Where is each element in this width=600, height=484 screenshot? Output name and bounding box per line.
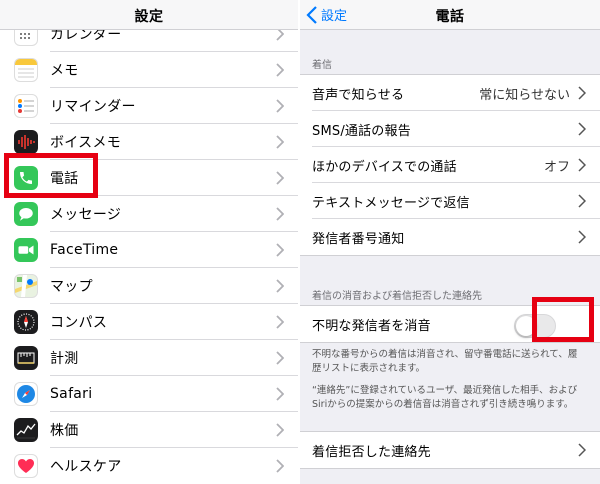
settings-title: 設定 (134, 9, 164, 25)
settings-nav-bar: 設定 (0, 0, 298, 30)
chevron-right-icon (276, 423, 284, 437)
phone-title: 電話 (435, 9, 465, 25)
list-item-label: メッセージ (50, 207, 122, 223)
silence-note-2: “連絡先”に登録されているユーザ、最近発信した相手、およびSiriからの提案から… (312, 385, 578, 410)
measure-icon (14, 346, 38, 370)
list-item-compass[interactable]: コンパス (0, 304, 298, 340)
list-item-health[interactable]: ヘルスケア (0, 448, 298, 484)
chevron-right-icon (578, 158, 586, 172)
messages-icon (14, 202, 38, 226)
settings-list: カレンダー メモ リマインダー ボイスメモ 電話 メッセージ FaceTime … (0, 22, 298, 484)
chevron-right-icon (578, 194, 586, 208)
chevron-right-icon (276, 99, 284, 113)
chevron-right-icon (276, 315, 284, 329)
row-announce-calls[interactable]: 音声で知らせる 常に知らせない (300, 75, 600, 111)
list-item-label: FaceTime (50, 242, 119, 258)
list-item-label: リマインダー (50, 99, 136, 115)
chevron-right-icon (578, 122, 586, 136)
list-item-maps[interactable]: マップ (0, 268, 298, 304)
reminders-icon (14, 94, 38, 118)
list-item-reminders[interactable]: リマインダー (0, 88, 298, 124)
chevron-right-icon (276, 171, 284, 185)
health-icon (14, 454, 38, 478)
row-show-caller-id[interactable]: 発信者番号通知 (300, 219, 600, 255)
list-item-label: Safari (50, 386, 93, 402)
row-label: 着信拒否した連絡先 (312, 444, 431, 460)
facetime-icon (14, 238, 38, 262)
list-item-measure[interactable]: 計測 (0, 340, 298, 376)
notes-icon (14, 58, 38, 82)
row-value: オフ (543, 159, 570, 175)
list-item-notes[interactable]: メモ (0, 52, 298, 88)
settings-pane: 設定 カレンダー メモ リマインダー ボイスメモ 電話 メッセージ FaceTi… (0, 0, 298, 484)
list-item-label: ヘルスケア (50, 459, 122, 475)
chevron-right-icon (276, 279, 284, 293)
list-item-label: メモ (50, 63, 79, 79)
voice-memos-icon (14, 130, 38, 154)
list-item-messages[interactable]: メッセージ (0, 196, 298, 232)
row-blocked-contacts[interactable]: 着信拒否した連絡先 (300, 432, 600, 468)
phone-highlight-box (4, 153, 98, 198)
list-item-label: マップ (50, 279, 93, 295)
chevron-right-icon (276, 207, 284, 221)
chevron-right-icon (276, 459, 284, 473)
row-label: ほかのデバイスでの通話 (312, 159, 457, 175)
silence-note-1: 不明な番号からの着信は消音され、留守番電話に送られて、履歴リストに表示されます。 (312, 349, 578, 374)
safari-icon (14, 382, 38, 406)
chevron-right-icon (276, 135, 284, 149)
toggle-highlight-box (532, 297, 594, 342)
row-label: 不明な発信者を消音 (312, 318, 431, 334)
chevron-right-icon (276, 351, 284, 365)
section-header-incoming: 着信 (312, 60, 332, 71)
stocks-icon (14, 418, 38, 442)
row-value: 常に知らせない (479, 87, 570, 103)
list-item-label: コンパス (50, 315, 108, 331)
chevron-right-icon (276, 243, 284, 257)
row-label: SMS/通話の報告 (312, 123, 411, 139)
row-label: 音声で知らせる (312, 87, 405, 103)
list-item-label: 株価 (50, 423, 79, 439)
list-item-stocks[interactable]: 株価 (0, 412, 298, 448)
row-label: 発信者番号通知 (312, 231, 405, 247)
list-item-label: 計測 (50, 351, 79, 367)
list-item-safari[interactable]: Safari (0, 376, 298, 412)
chevron-right-icon (578, 443, 586, 457)
row-label: テキストメッセージで返信 (312, 195, 470, 211)
incoming-settings-group: 音声で知らせる 常に知らせない SMS/通話の報告 ほかのデバイスでの通話 オフ… (300, 74, 600, 256)
list-item-label: ボイスメモ (50, 135, 122, 151)
section-header-silence: 着信の消音および着信拒否した連絡先 (312, 291, 482, 302)
compass-icon (14, 310, 38, 334)
blocked-contacts-group: 着信拒否した連絡先 (300, 431, 600, 469)
phone-settings-pane: 設定 電話 着信 音声で知らせる 常に知らせない SMS/通話の報告 ほかのデバ… (300, 0, 600, 484)
phone-nav-bar: 設定 電話 (300, 0, 600, 30)
chevron-right-icon (578, 230, 586, 244)
maps-icon (14, 274, 38, 298)
chevron-right-icon (578, 86, 586, 100)
row-sms-call-reporting[interactable]: SMS/通話の報告 (300, 111, 600, 147)
row-calls-on-other-devices[interactable]: ほかのデバイスでの通話 オフ (300, 147, 600, 183)
row-respond-with-text[interactable]: テキストメッセージで返信 (300, 183, 600, 219)
chevron-right-icon (276, 63, 284, 77)
list-item-facetime[interactable]: FaceTime (0, 232, 298, 268)
chevron-right-icon (276, 387, 284, 401)
